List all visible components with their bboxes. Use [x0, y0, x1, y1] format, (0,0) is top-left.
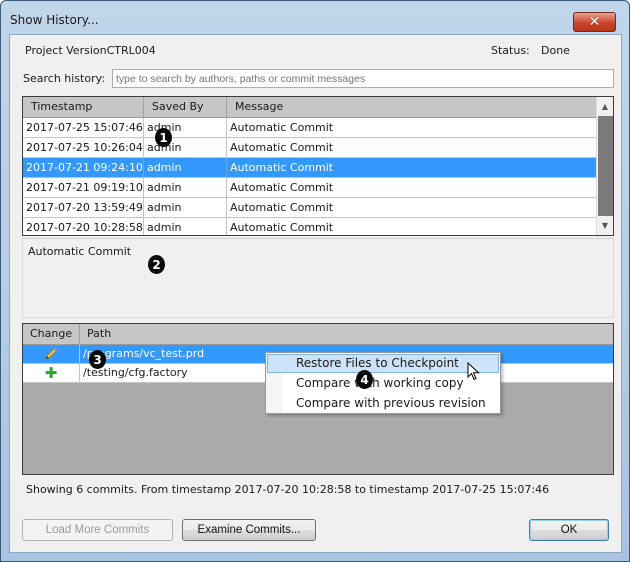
plus-icon: ✚ — [44, 364, 58, 382]
annotation-badge-1: 1 — [155, 128, 172, 147]
scroll-thumb[interactable] — [598, 116, 613, 216]
pencil-icon — [45, 348, 57, 360]
annotation-badge-2: 2 — [148, 255, 165, 274]
menu-item-compare-working-copy[interactable]: Compare with working copy — [267, 374, 499, 393]
show-history-dialog: Show History... ✕ Project VersionCTRL004… — [0, 0, 630, 562]
dialog-body: Project VersionCTRL004 Status: Done Sear… — [9, 34, 622, 553]
project-name: Project VersionCTRL004 — [25, 44, 156, 57]
annotation-badge-4: 4 — [356, 370, 373, 389]
commit-saved-by: admin — [144, 218, 227, 235]
search-label: Search history: — [23, 72, 106, 85]
column-header-message[interactable]: Message — [227, 97, 596, 118]
menu-item-restore-files[interactable]: Restore Files to Checkpoint — [267, 354, 499, 373]
file-change-cell: ✚ — [23, 364, 80, 382]
commit-message: Automatic Commit — [230, 161, 334, 174]
commit-timestamp: 2017-07-25 15:07:46 — [23, 118, 144, 137]
commit-message: Automatic Commit — [230, 141, 334, 154]
commit-message: Automatic Commit — [230, 221, 334, 234]
commit-message: Automatic Commit — [230, 181, 334, 194]
commit-timestamp: 2017-07-21 09:24:10 — [23, 158, 144, 177]
status-label: Status: — [491, 44, 530, 57]
commit-timestamp: 2017-07-21 09:19:10 — [23, 178, 144, 197]
status-value: Done — [541, 44, 570, 57]
commit-timestamp: 2017-07-25 10:26:04 — [23, 138, 144, 157]
column-header-change[interactable]: Change — [23, 324, 80, 345]
close-button[interactable]: ✕ — [573, 12, 616, 32]
commit-row[interactable]: 2017-07-20 10:28:58 admin Automatic Comm… — [23, 218, 596, 235]
commit-saved-by: admin — [144, 198, 227, 217]
file-context-menu: Restore Files to Checkpoint Compare with… — [265, 352, 501, 414]
commit-timestamp: 2017-07-20 10:28:58 — [23, 218, 144, 235]
commit-detail-panel: Automatic Commit — [22, 238, 614, 318]
column-header-saved-by[interactable]: Saved By — [144, 97, 227, 118]
commit-timestamp: 2017-07-20 13:59:49 — [23, 198, 144, 217]
commit-table: Timestamp Saved By Message 2017-07-25 15… — [22, 96, 614, 236]
commit-row[interactable]: 2017-07-25 15:07:46 admin Automatic Comm… — [23, 118, 596, 138]
title-bar[interactable]: Show History... ✕ — [1, 1, 629, 37]
column-header-path[interactable]: Path — [80, 324, 111, 345]
ok-button[interactable]: OK — [529, 519, 609, 541]
commit-row[interactable]: 2017-07-25 10:26:04 admin Automatic Comm… — [23, 138, 596, 158]
commit-detail-message: Automatic Commit — [28, 245, 132, 258]
annotation-badge-3: 3 — [89, 350, 106, 369]
commit-table-header: Timestamp Saved By Message — [23, 97, 596, 118]
search-input[interactable] — [112, 69, 614, 88]
menu-item-compare-previous-revision[interactable]: Compare with previous revision — [267, 394, 499, 413]
commit-saved-by: admin — [144, 158, 227, 177]
files-table-header: Change Path — [23, 324, 613, 345]
scroll-down-arrow-icon[interactable]: ▼ — [597, 218, 613, 233]
commit-message: Automatic Commit — [230, 201, 334, 214]
examine-commits-button[interactable]: Examine Commits... — [182, 519, 316, 541]
window-title: Show History... — [10, 13, 99, 27]
scroll-up-arrow-icon[interactable]: ▲ — [597, 99, 613, 114]
commit-summary-text: Showing 6 commits. From timestamp 2017-0… — [26, 483, 550, 496]
commit-row-selected[interactable]: 2017-07-21 09:24:10 admin Automatic Comm… — [23, 158, 596, 178]
column-header-timestamp[interactable]: Timestamp — [23, 97, 144, 118]
mouse-cursor-icon — [467, 362, 480, 381]
commit-table-scrollbar[interactable]: ▲ ▼ — [596, 97, 613, 235]
commit-row[interactable]: 2017-07-20 13:59:49 admin Automatic Comm… — [23, 198, 596, 218]
close-x-icon: ✕ — [588, 14, 601, 30]
file-change-cell — [23, 345, 80, 363]
load-more-commits-button[interactable]: Load More Commits — [22, 519, 173, 541]
commit-row[interactable]: 2017-07-21 09:19:10 admin Automatic Comm… — [23, 178, 596, 198]
commit-saved-by: admin — [144, 178, 227, 197]
commit-message: Automatic Commit — [230, 121, 334, 134]
